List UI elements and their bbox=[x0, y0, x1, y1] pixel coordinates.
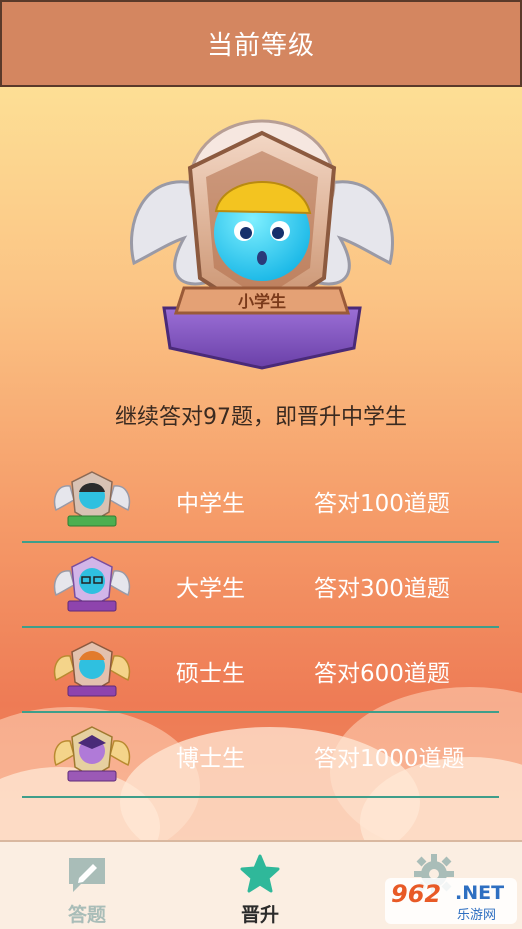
level-name: 大学生 bbox=[176, 576, 245, 602]
title-bar: 当前等级 bbox=[0, 0, 522, 87]
masters-badge-icon bbox=[52, 636, 132, 702]
level-name: 硕士生 bbox=[176, 661, 245, 687]
tab-label: 晋升 bbox=[240, 904, 279, 926]
watermark-suffix: .NET bbox=[455, 882, 505, 904]
star-icon bbox=[240, 854, 280, 893]
middle-school-badge-icon bbox=[52, 466, 132, 532]
promotion-text: 继续答对97题，即晋升中学生 bbox=[115, 405, 407, 430]
watermark-logo: 962 .NET 乐游网 bbox=[385, 878, 517, 924]
page-title: 当前等级 bbox=[206, 31, 315, 61]
level-name: 中学生 bbox=[176, 491, 245, 517]
university-badge-icon bbox=[52, 551, 132, 617]
level-panel: 小学生 继续答对97题，即晋升中学生 中学生 答对100道题 大学生 答对300… bbox=[0, 87, 522, 840]
level-requirement: 答对100道题 bbox=[314, 491, 450, 517]
badge-label: 小学生 bbox=[238, 292, 286, 311]
level-row-doctorate: 博士生 答对1000道题 bbox=[22, 713, 499, 798]
pencil-note-icon bbox=[69, 858, 105, 892]
watermark-number: 962 bbox=[391, 880, 442, 908]
level-requirement: 答对600道题 bbox=[314, 661, 450, 687]
level-row-masters: 硕士生 答对600道题 bbox=[22, 628, 499, 713]
level-row-university: 大学生 答对300道题 bbox=[22, 543, 499, 628]
level-requirement: 答对1000道题 bbox=[314, 746, 465, 772]
current-level-badge: 小学生 bbox=[124, 113, 400, 373]
tab-label: 答题 bbox=[67, 904, 106, 926]
badge-emblem-icon: 小学生 bbox=[130, 119, 394, 370]
tab-answer[interactable]: 答题 bbox=[27, 842, 147, 929]
level-name: 博士生 bbox=[176, 746, 245, 772]
doctorate-badge-icon bbox=[52, 721, 132, 787]
tab-promote[interactable]: 晋升 bbox=[200, 842, 320, 929]
level-requirement: 答对300道题 bbox=[314, 576, 450, 602]
level-row-middle-school: 中学生 答对100道题 bbox=[22, 458, 499, 543]
watermark-sub: 乐游网 bbox=[457, 908, 497, 923]
